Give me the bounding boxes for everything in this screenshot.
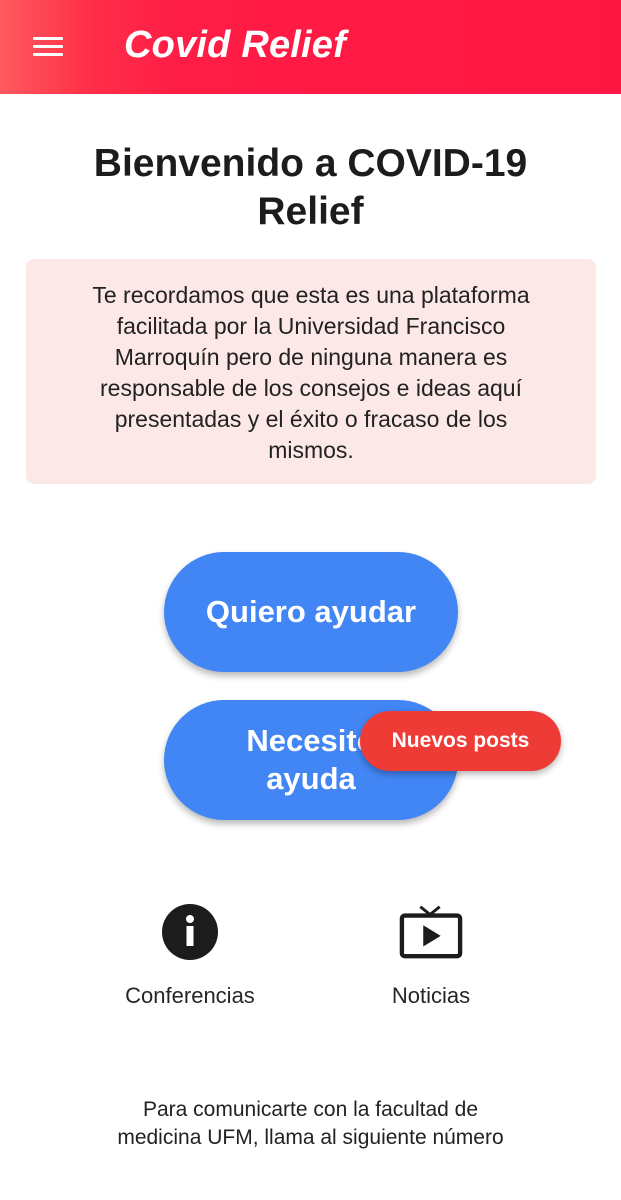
conferences-shortcut[interactable]: Conferencias xyxy=(90,900,290,1010)
app-title: Covid Relief xyxy=(124,24,346,66)
want-to-help-label: Quiero ayudar xyxy=(205,594,417,629)
info-icon xyxy=(158,900,222,964)
page-title: Bienvenido a COVID-19 Relief xyxy=(93,142,528,233)
new-posts-button[interactable]: Nuevos posts xyxy=(360,711,561,771)
contact-info-text: Para comunicarte con la facultad de medi… xyxy=(117,1098,504,1149)
news-shortcut[interactable]: Noticias xyxy=(331,900,531,1010)
disclaimer-text: Te recordamos que esta es una plataforma… xyxy=(92,282,530,463)
want-to-help-button[interactable]: Quiero ayudar xyxy=(164,552,458,672)
new-posts-label: Nuevos posts xyxy=(391,729,530,752)
news-label: Noticias xyxy=(391,983,471,1008)
menu-icon xyxy=(33,37,63,57)
conferences-label: Conferencias xyxy=(125,983,255,1008)
live-tv-icon xyxy=(399,900,463,964)
app-bar: Covid Relief xyxy=(0,0,621,94)
menu-button[interactable] xyxy=(20,24,76,70)
